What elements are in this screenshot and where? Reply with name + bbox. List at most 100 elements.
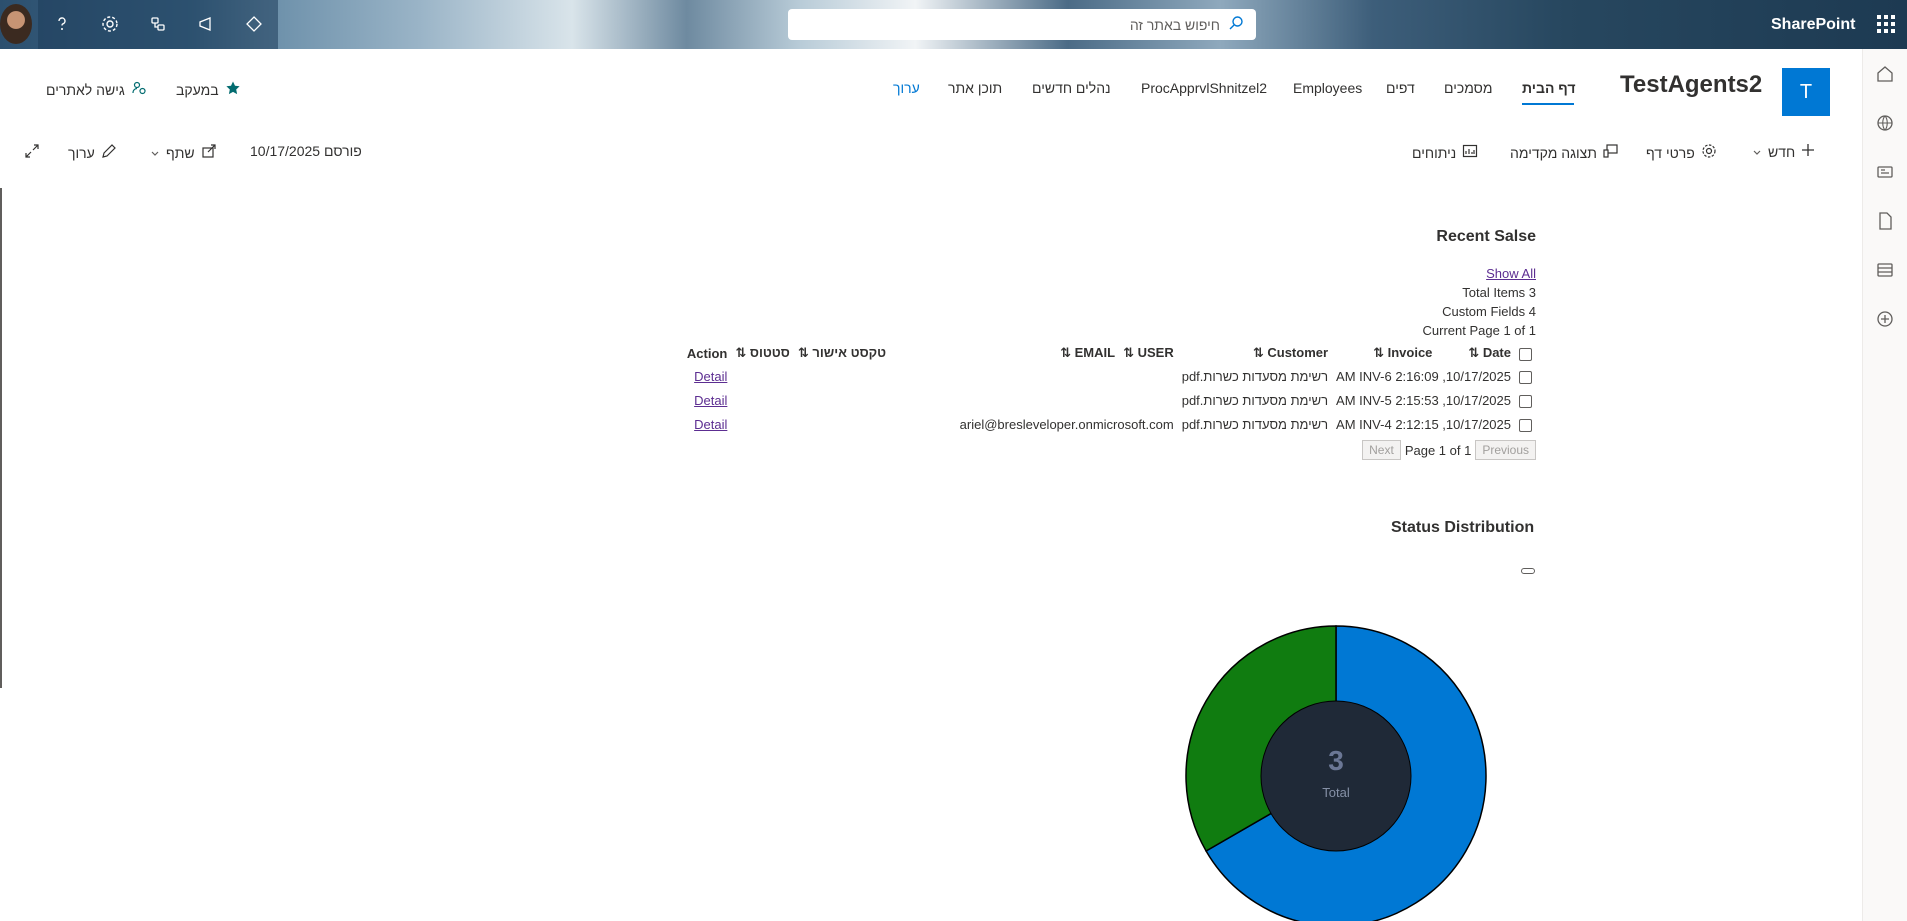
nav-item-site-contents[interactable]: תוכן אתר bbox=[948, 80, 1002, 96]
avatar[interactable] bbox=[0, 4, 32, 44]
donut-center-value: 3 bbox=[1328, 745, 1344, 776]
detail-link[interactable]: Detail bbox=[694, 417, 727, 432]
row-email: ariel@bresleveloper.onmicrosoft.com bbox=[959, 416, 1174, 432]
row-date-invoice: 10/17/2025, 2:16:09 AM INV-6 bbox=[1332, 364, 1515, 388]
home-icon[interactable] bbox=[1875, 64, 1897, 86]
column-header-status[interactable]: סטטוס ⇅ bbox=[731, 342, 793, 364]
help-icon[interactable] bbox=[50, 12, 74, 36]
column-header-invoice[interactable]: Invoice ⇅ bbox=[1332, 342, 1436, 364]
sharepoint-brand[interactable]: SharePoint bbox=[1771, 16, 1855, 34]
share-icon bbox=[201, 143, 217, 162]
share-label: שתף bbox=[166, 144, 195, 161]
suite-bar: חיפוש באתר זה SharePoint bbox=[0, 0, 1907, 49]
share-button[interactable]: שתף bbox=[150, 143, 217, 162]
people-settings-icon bbox=[131, 80, 147, 99]
page-text: Page 1 of 1 bbox=[1404, 442, 1472, 458]
detail-link[interactable]: Detail bbox=[694, 393, 727, 408]
nav-item-procapprvl[interactable]: ProcApprvlShnitzel2 bbox=[1141, 80, 1267, 96]
news-icon[interactable] bbox=[1875, 162, 1897, 184]
recent-sales-title: Recent Salse bbox=[1436, 228, 1536, 245]
row-invoice: INV-6 bbox=[1359, 368, 1392, 384]
nav-edit-link[interactable]: ערוך bbox=[893, 80, 920, 96]
page-details-button[interactable]: פרטי דף bbox=[1646, 143, 1717, 162]
table-header-row: Date ⇅ Invoice ⇅ Customer ⇅ USER ⇅ EMAIL… bbox=[683, 342, 1536, 364]
create-icon[interactable] bbox=[1875, 309, 1897, 331]
donut-center bbox=[1260, 700, 1412, 852]
analytics-label: ניתוחים bbox=[1412, 144, 1457, 161]
select-all-cell bbox=[1515, 342, 1536, 364]
status-distribution-title: Status Distribution bbox=[1391, 519, 1535, 536]
megaphone-icon[interactable] bbox=[194, 12, 218, 36]
site-header: T TestAgents2 דף הבית מסמכים דפים Employ… bbox=[0, 49, 1862, 131]
current-page: Current Page 1 of 1 bbox=[1422, 323, 1536, 338]
status-donut-chart: 3 Total bbox=[1185, 625, 1487, 921]
donut-center-label: Total bbox=[1322, 785, 1350, 800]
show-all-link[interactable]: Show All bbox=[1486, 266, 1536, 281]
follow-label: במעקב bbox=[176, 81, 219, 98]
settings-icon[interactable] bbox=[98, 12, 122, 36]
site-title[interactable]: TestAgents2 bbox=[1620, 71, 1762, 99]
search-input[interactable]: חיפוש באתר זה bbox=[1130, 17, 1220, 33]
column-header-approval-text[interactable]: טקסט אישור ⇅ bbox=[794, 342, 890, 364]
edit-button[interactable]: ערוך bbox=[68, 143, 117, 162]
follow-button[interactable]: במעקב bbox=[176, 80, 241, 99]
edit-label: ערוך bbox=[68, 144, 95, 161]
analytics-button[interactable]: ניתוחים bbox=[1412, 143, 1478, 162]
analytics-icon bbox=[1462, 143, 1478, 162]
column-header-action: Action bbox=[686, 345, 728, 361]
list-icon[interactable] bbox=[1875, 260, 1897, 282]
row-email bbox=[890, 388, 1178, 412]
previous-button[interactable]: Previous bbox=[1475, 440, 1536, 460]
nav-item-employees[interactable]: Employees bbox=[1293, 80, 1362, 96]
star-icon bbox=[225, 80, 241, 99]
new-button[interactable]: חדש bbox=[1752, 143, 1815, 160]
row-checkbox[interactable] bbox=[1519, 394, 1532, 408]
preview-button[interactable]: תצוגה מקדימה bbox=[1510, 143, 1619, 162]
site-access-label: גישה לאתרים bbox=[46, 81, 125, 98]
site-access-button[interactable]: גישה לאתרים bbox=[46, 80, 147, 99]
row-customer: רשימת מסעדות כשרות.pdf bbox=[1181, 416, 1329, 432]
waffle-icon[interactable] bbox=[1876, 14, 1896, 34]
gear-icon bbox=[1701, 143, 1717, 162]
share-icon[interactable] bbox=[146, 12, 170, 36]
globe-icon[interactable] bbox=[1875, 113, 1897, 135]
column-header-email[interactable]: EMAIL ⇅ bbox=[890, 342, 1119, 364]
next-button[interactable]: Next bbox=[1362, 440, 1401, 460]
legend-toggle[interactable] bbox=[1521, 568, 1535, 574]
nav-item-pages[interactable]: דפים bbox=[1386, 80, 1415, 96]
diamond-icon[interactable] bbox=[242, 12, 266, 36]
custom-fields: Custom Fields 4 bbox=[1442, 304, 1536, 319]
nav-item-home[interactable]: דף הבית bbox=[1522, 80, 1575, 96]
nav-active-indicator bbox=[1522, 103, 1574, 105]
search-box[interactable]: חיפוש באתר זה bbox=[788, 9, 1256, 40]
chevron-down-icon bbox=[1752, 144, 1762, 160]
expand-icon[interactable] bbox=[24, 143, 40, 159]
row-invoice: INV-5 bbox=[1359, 392, 1392, 408]
detail-link[interactable]: Detail bbox=[694, 369, 727, 384]
table-row: 10/17/2025, 2:16:09 AM INV-6 רשימת מסעדו… bbox=[683, 364, 1536, 388]
devices-icon bbox=[1603, 143, 1619, 162]
row-customer: רשימת מסעדות כשרות.pdf bbox=[1181, 368, 1329, 384]
select-all-checkbox[interactable] bbox=[1519, 347, 1532, 361]
column-header-date[interactable]: Date ⇅ bbox=[1436, 342, 1515, 364]
row-date-invoice: 10/17/2025, 2:12:15 AM INV-4 bbox=[1332, 412, 1515, 436]
app-rail bbox=[1862, 49, 1907, 921]
table-row: 10/17/2025, 2:15:53 AM INV-5 רשימת מסעדו… bbox=[683, 388, 1536, 412]
row-checkbox[interactable] bbox=[1519, 418, 1532, 432]
file-icon[interactable] bbox=[1875, 211, 1897, 233]
search-icon[interactable] bbox=[1228, 15, 1244, 34]
nav-item-documents[interactable]: מסמכים bbox=[1444, 80, 1492, 96]
chevron-down-icon bbox=[150, 145, 160, 161]
row-customer: רשימת מסעדות כשרות.pdf bbox=[1181, 392, 1329, 408]
scrollbar[interactable] bbox=[0, 188, 2, 688]
nav-item-new-procedures[interactable]: נהלים חדשים bbox=[1032, 80, 1111, 96]
row-checkbox[interactable] bbox=[1519, 370, 1532, 384]
site-logo[interactable]: T bbox=[1782, 68, 1830, 116]
table-row: 10/17/2025, 2:12:15 AM INV-4 רשימת מסעדו… bbox=[683, 412, 1536, 436]
preview-label: תצוגה מקדימה bbox=[1510, 144, 1597, 161]
column-header-customer[interactable]: Customer ⇅ bbox=[1178, 342, 1332, 364]
sales-table: Date ⇅ Invoice ⇅ Customer ⇅ USER ⇅ EMAIL… bbox=[683, 342, 1536, 436]
column-header-user[interactable]: USER ⇅ bbox=[1119, 342, 1178, 364]
plus-icon bbox=[1801, 143, 1815, 160]
row-invoice: INV-4 bbox=[1359, 416, 1392, 432]
